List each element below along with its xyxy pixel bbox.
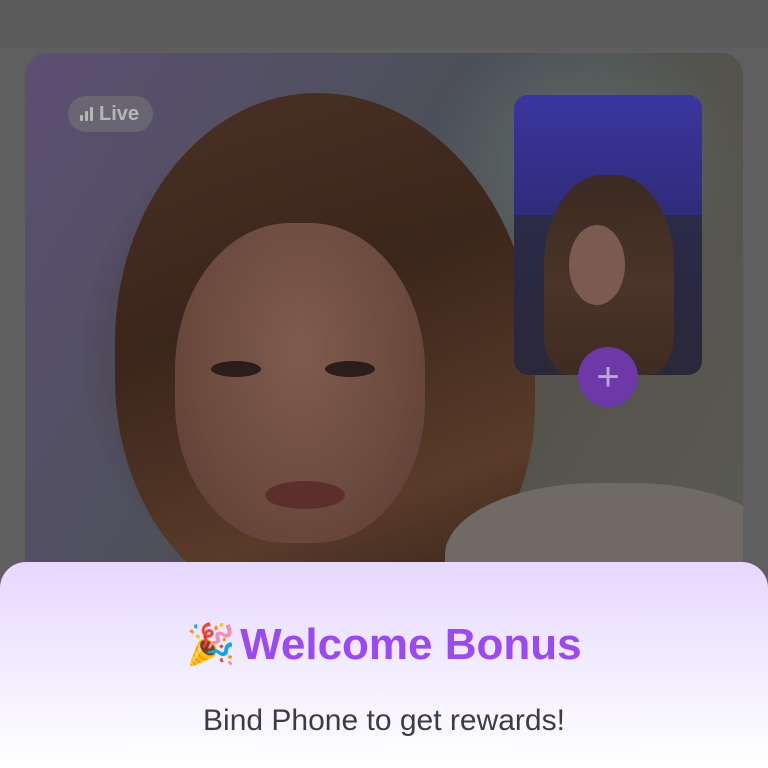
live-label: Live — [99, 102, 140, 125]
signal-icon — [80, 107, 93, 121]
dimmed-background — [0, 0, 768, 48]
eye-left — [211, 361, 261, 377]
pip-face — [569, 225, 625, 305]
lips — [265, 481, 345, 509]
local-video-preview[interactable] — [514, 95, 702, 375]
plus-icon: + — [596, 355, 620, 399]
welcome-bonus-sheet: 🎉 Welcome Bonus Bind Phone to get reward… — [0, 562, 768, 768]
remote-video-face — [175, 223, 425, 543]
party-popper-icon: 🎉 — [186, 622, 237, 668]
welcome-bonus-title: Welcome Bonus — [240, 620, 582, 669]
eye-right — [325, 361, 375, 377]
bind-phone-subtitle: Bind Phone to get rewards! — [203, 704, 565, 737]
live-badge: Live — [68, 96, 154, 132]
sheet-title: 🎉 Welcome Bonus — [0, 620, 768, 670]
add-button[interactable]: + — [578, 347, 638, 407]
